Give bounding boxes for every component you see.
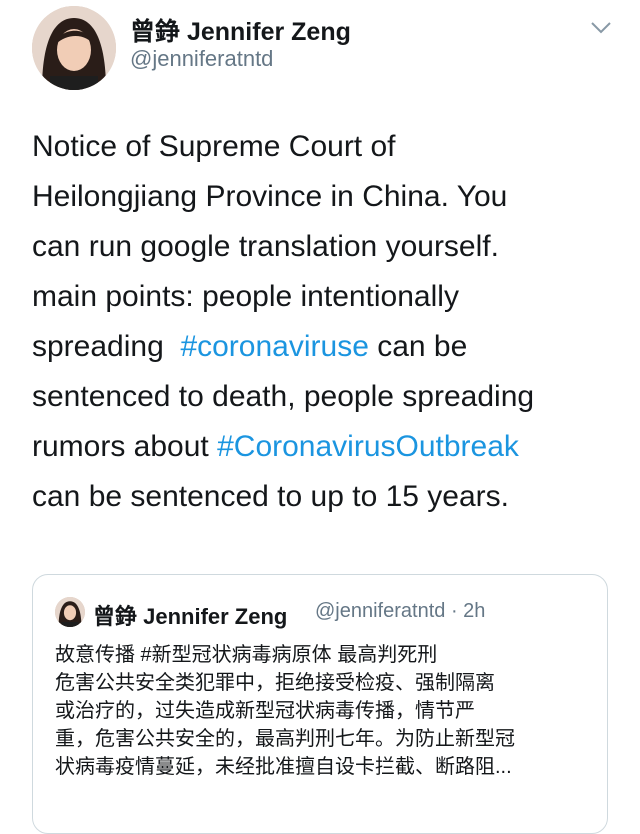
- hashtag-coronaviruse[interactable]: #coronaviruse: [180, 330, 368, 363]
- quoted-tweet-card[interactable]: 曾錚 Jennifer Zeng @jenniferatntd · 2h 故意传…: [32, 574, 608, 834]
- hashtag-coronavirusoutbreak[interactable]: #CoronavirusOutbreak: [217, 430, 519, 463]
- tweet-line: spreading #coronaviruse can be: [32, 330, 468, 363]
- tweet-line: Notice of Supreme Court of: [32, 130, 396, 163]
- quoted-tweet-text: 故意传播 #新型冠状病毒病原体 最高判死刑 危害公共安全类犯罪中，拒绝接受检疫、…: [55, 641, 595, 781]
- tweet-line: can run google translation yourself.: [32, 230, 499, 263]
- quoted-line: 重，危害公共安全的，最高判刑七年。为防止新型冠: [55, 728, 515, 750]
- author-handle[interactable]: @jenniferatntd: [130, 46, 273, 72]
- avatar-photo-icon: [55, 597, 85, 627]
- tweet-line: Heilongjiang Province in China. You: [32, 180, 508, 213]
- quoted-line: 状病毒疫情蔓延，未经批准擅自设卡拦截、断路阻...: [55, 756, 512, 778]
- quoted-line: 故意传播 #新型冠状病毒病原体 最高判死刑: [55, 644, 438, 666]
- quoted-author-meta: @jenniferatntd · 2h: [315, 600, 486, 622]
- avatar-photo-icon: [32, 6, 116, 90]
- tweet-line: can be sentenced to up to 15 years.: [32, 480, 509, 513]
- tweet-line: rumors about #CoronavirusOutbreak: [32, 430, 519, 463]
- quoted-author-avatar[interactable]: [55, 597, 85, 627]
- author-display-name[interactable]: 曾錚 Jennifer Zeng: [130, 12, 351, 48]
- quoted-line: 危害公共安全类犯罪中，拒绝接受检疫、强制隔离: [55, 672, 495, 694]
- quoted-line: 或治疗的，过失造成新型冠状病毒传播，情节严: [55, 700, 475, 722]
- chevron-down-icon[interactable]: [590, 20, 612, 36]
- tweet-text: Notice of Supreme Court of Heilongjiang …: [32, 122, 622, 522]
- quoted-author-name[interactable]: 曾錚 Jennifer Zeng: [93, 599, 287, 631]
- author-avatar[interactable]: [32, 6, 116, 90]
- tweet-line: main points: people intentionally: [32, 280, 459, 313]
- tweet-line: sentenced to death, people spreading: [32, 380, 535, 413]
